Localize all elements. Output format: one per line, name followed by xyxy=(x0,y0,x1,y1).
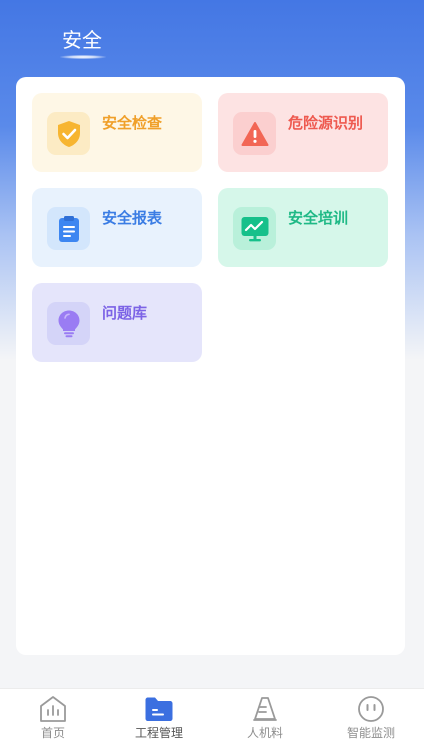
card-label: 危险源识别 xyxy=(288,114,364,132)
nav-item-project-management[interactable]: 工程管理 xyxy=(106,689,212,743)
feature-panel: 安全检查 危险源识别 安全报表 安全培训 问题库 xyxy=(16,77,405,655)
nav-item-home[interactable]: 首页 xyxy=(0,689,106,743)
card-hazard-identification[interactable]: 危险源识别 xyxy=(218,93,388,172)
card-label: 安全报表 xyxy=(102,209,163,227)
card-safety-training[interactable]: 安全培训 xyxy=(218,188,388,267)
lightbulb-icon xyxy=(47,302,90,345)
smiley-monitor-icon xyxy=(356,694,386,724)
monitor-chart-icon xyxy=(233,207,276,250)
card-safety-report[interactable]: 安全报表 xyxy=(32,188,202,267)
clipboard-icon xyxy=(47,207,90,250)
shield-check-icon xyxy=(47,112,90,155)
home-chart-icon xyxy=(38,694,68,724)
card-safety-inspection[interactable]: 安全检查 xyxy=(32,93,202,172)
nav-item-smart-monitoring[interactable]: 智能监测 xyxy=(318,689,424,743)
bottom-nav: 首页 工程管理 人机料 智能监测 xyxy=(0,688,424,743)
tab-indicator xyxy=(60,55,106,59)
nav-label: 工程管理 xyxy=(134,726,183,740)
warning-icon xyxy=(233,112,276,155)
nav-label: 智能监测 xyxy=(346,726,395,740)
cone-icon xyxy=(250,694,280,724)
card-issue-library[interactable]: 问题库 xyxy=(32,283,202,362)
nav-label: 首页 xyxy=(40,726,65,740)
nav-item-personnel-machinery-materials[interactable]: 人机料 xyxy=(212,689,318,743)
nav-label: 人机料 xyxy=(246,726,283,740)
card-label: 安全检查 xyxy=(102,114,163,132)
card-label: 问题库 xyxy=(102,304,148,322)
card-label: 安全培训 xyxy=(288,209,349,227)
folder-icon xyxy=(144,694,174,724)
page-title[interactable]: 安全 xyxy=(50,26,114,54)
